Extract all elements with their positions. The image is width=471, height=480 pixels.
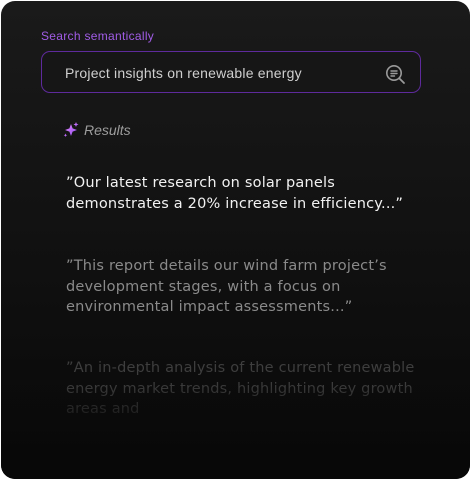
result-item[interactable]: ”An in-depth analysis of the current ren… [66, 358, 416, 420]
search-input[interactable]: Project insights on renewable energy [41, 51, 421, 93]
results-title: Results [84, 122, 131, 138]
search-icon[interactable] [384, 63, 406, 85]
search-label: Search semantically [41, 29, 155, 43]
semantic-search-card: Search semantically Project insights on … [1, 1, 470, 479]
results-header: Results [62, 121, 131, 139]
sparkle-icon [62, 121, 80, 139]
search-query-text[interactable]: Project insights on renewable energy [65, 65, 302, 81]
result-item[interactable]: ”Our latest research on solar panels dem… [66, 173, 416, 214]
result-item[interactable]: ”This report details our wind farm proje… [66, 256, 416, 318]
